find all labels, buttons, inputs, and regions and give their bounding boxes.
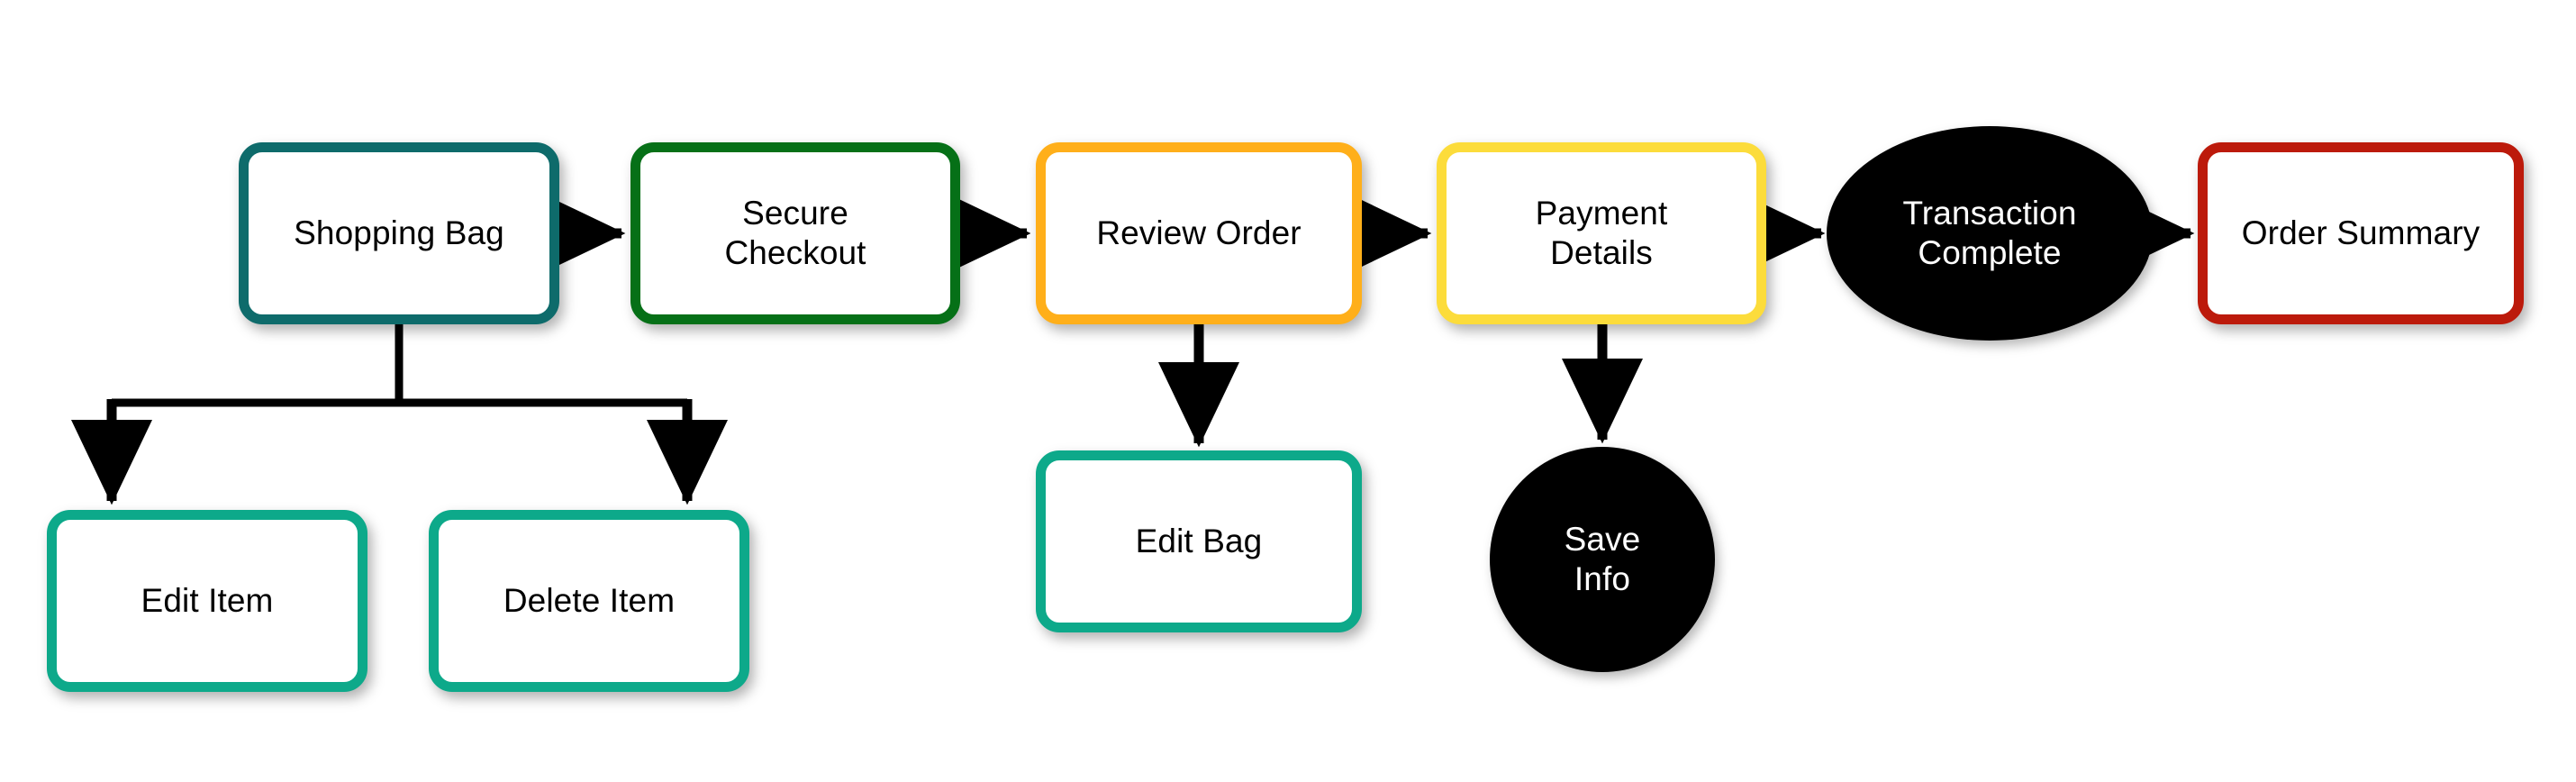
node-edit-bag[interactable]: Edit Bag [1036,450,1362,632]
node-label-order-summary: Order Summary [2241,214,2481,252]
node-label-edit-item: Edit Item [141,582,274,620]
node-delete-item[interactable]: Delete Item [429,510,749,692]
node-review-order[interactable]: Review Order [1036,142,1362,324]
node-edit-item[interactable]: Edit Item [47,510,367,692]
edge-shopping-bag-fork [112,324,687,407]
node-shopping-bag[interactable]: Shopping Bag [239,142,559,324]
node-label-save-info: Save Info [1564,521,1641,597]
node-payment-details[interactable]: Payment Details [1437,142,1766,324]
edge-layer [70,192,2195,505]
node-label-delete-item: Delete Item [503,582,676,620]
flowchart-canvas: Shopping Bag Secure Checkout Review Order P… [0,0,2576,782]
node-label-shopping-bag: Shopping Bag [294,214,504,252]
node-label-secure-checkout: Secure Checkout [724,195,866,271]
node-transaction-complete[interactable]: Transaction Complete [1827,126,2153,341]
node-label-edit-bag: Edit Bag [1135,523,1263,560]
node-save-info[interactable]: Save Info [1490,447,1715,672]
node-label-review-order: Review Order [1096,214,1302,252]
node-secure-checkout[interactable]: Secure Checkout [630,142,960,324]
node-order-summary[interactable]: Order Summary [2198,142,2524,324]
node-label-payment-details: Payment Details [1535,195,1668,271]
node-label-transaction-complete: Transaction Complete [1902,195,2077,271]
